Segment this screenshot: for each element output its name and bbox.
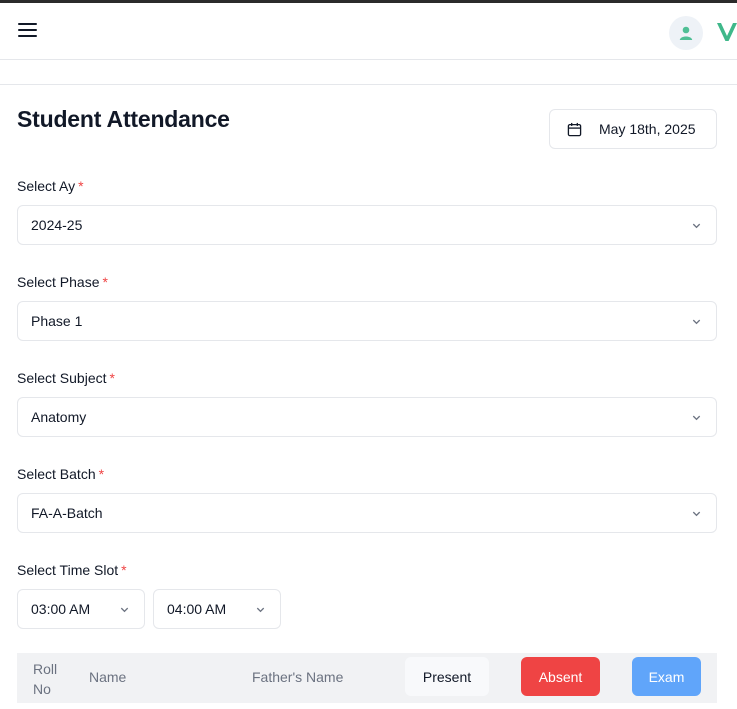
phase-select-value: Phase 1 [31,313,83,329]
phase-label: Select Phase * [17,274,108,290]
column-fathers-name: Father's Name [252,669,344,685]
user-icon [679,26,693,40]
phase-label-text: Select Phase [17,274,100,290]
page-title: Student Attendance [17,106,230,132]
mark-all-present-button[interactable]: Present [405,657,489,696]
end-time-value: 04:00 AM [167,601,227,617]
ay-select[interactable]: 2024-25 [17,205,717,245]
sub-header-bar [0,60,737,85]
column-roll-no: Roll No [33,659,57,699]
chevron-down-icon [256,607,265,613]
mark-all-exam-button[interactable]: Exam [632,657,701,696]
chevron-down-icon [692,223,701,229]
start-time-select[interactable]: 03:00 AM [17,589,145,629]
chevron-down-icon [692,511,701,517]
phase-select[interactable]: Phase 1 [17,301,717,341]
end-time-select[interactable]: 04:00 AM [153,589,281,629]
column-roll-no-line1: Roll [33,661,58,677]
required-marker: * [98,466,105,482]
required-marker: * [109,370,115,386]
mark-all-absent-button[interactable]: Absent [521,657,600,696]
chevron-down-icon [692,319,701,325]
required-marker: * [78,178,84,194]
batch-label: Select Batch * [17,466,104,482]
avatar[interactable] [669,16,703,50]
required-marker: * [102,274,108,290]
ay-label: Select Ay * [17,178,84,194]
batch-label-text: Select Batch [17,466,96,482]
batch-select[interactable]: FA-A-Batch [17,493,717,533]
start-time-value: 03:00 AM [31,601,91,617]
app-header [0,3,737,60]
ay-label-text: Select Ay [17,178,76,194]
subject-select-value: Anatomy [31,409,87,425]
v-logo-icon[interactable] [716,21,737,43]
attendance-table-header: Roll No Name Father's Name Present Absen… [17,653,717,703]
calendar-icon [567,122,582,137]
subject-select[interactable]: Anatomy [17,397,717,437]
column-name: Name [89,669,127,685]
hamburger-menu-icon[interactable] [18,22,38,38]
required-marker: * [121,562,127,578]
date-picker-button[interactable]: May 18th, 2025 [549,109,717,149]
ay-select-value: 2024-25 [31,217,83,233]
subject-label: Select Subject * [17,370,115,386]
timeslot-label-text: Select Time Slot [17,562,119,578]
subject-label-text: Select Subject [17,370,107,386]
timeslot-label: Select Time Slot * [17,562,127,578]
date-value: May 18th, 2025 [599,121,696,137]
chevron-down-icon [120,607,129,613]
batch-select-value: FA-A-Batch [31,505,103,521]
column-roll-no-line2: No [33,681,51,697]
chevron-down-icon [692,415,701,421]
